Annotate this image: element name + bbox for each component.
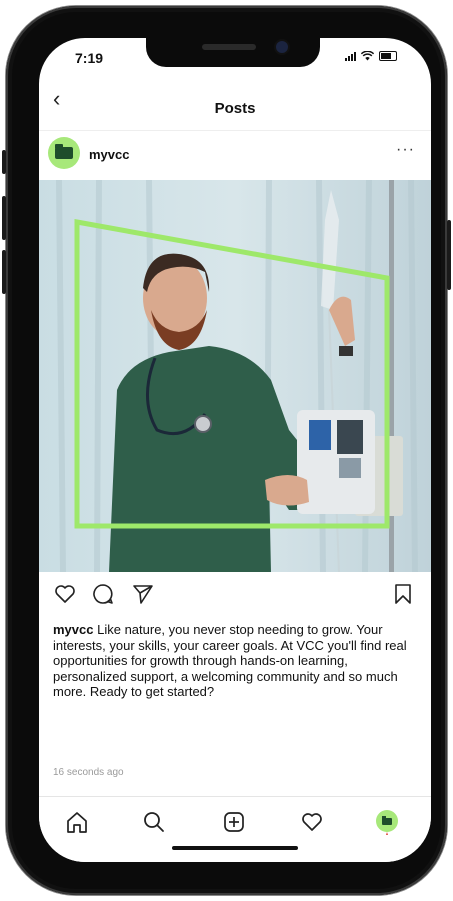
post-image[interactable] xyxy=(39,180,431,572)
notch xyxy=(146,38,320,67)
add-post-icon[interactable] xyxy=(219,807,249,837)
more-horizontal-icon[interactable]: ··· xyxy=(396,141,415,159)
post-image-illustration xyxy=(39,180,431,572)
comment-icon[interactable] xyxy=(91,582,115,606)
status-time: 7:19 xyxy=(75,50,104,66)
post-timestamp: 16 seconds ago xyxy=(53,767,124,778)
home-indicator xyxy=(172,846,298,850)
page-title: Posts xyxy=(214,100,256,117)
send-icon[interactable] xyxy=(131,582,155,606)
folder-icon xyxy=(55,144,73,159)
post-caption: myvcc Like nature, you never stop needin… xyxy=(53,622,417,700)
volume-up-button xyxy=(2,196,6,240)
post-header: myvcc ··· xyxy=(39,130,431,177)
mute-switch xyxy=(2,150,6,174)
activity-heart-icon[interactable] xyxy=(297,807,327,837)
battery-icon xyxy=(379,51,397,61)
power-button xyxy=(447,220,451,290)
caption-text: Like nature, you never stop needing to g… xyxy=(53,622,407,699)
tab-bar xyxy=(39,796,431,862)
wifi-icon xyxy=(361,51,374,61)
profile-avatar-icon[interactable] xyxy=(372,807,402,837)
post-username[interactable]: myvcc xyxy=(89,147,129,162)
speaker xyxy=(202,44,256,50)
status-icons xyxy=(345,51,397,61)
front-camera xyxy=(276,41,288,53)
home-icon[interactable] xyxy=(62,807,92,837)
post-actions xyxy=(39,582,431,610)
nav-bar: ‹ Posts xyxy=(39,82,431,122)
search-icon[interactable] xyxy=(139,807,169,837)
avatar[interactable] xyxy=(48,137,80,169)
bookmark-icon[interactable] xyxy=(391,582,415,606)
cellular-signal-icon xyxy=(345,51,356,61)
volume-down-button xyxy=(2,250,6,294)
caption-username[interactable]: myvcc xyxy=(53,622,93,637)
heart-icon[interactable] xyxy=(53,582,77,606)
phone-screen: 7:19 ‹ Posts myvcc ··· myvcc Like nature… xyxy=(39,38,431,862)
